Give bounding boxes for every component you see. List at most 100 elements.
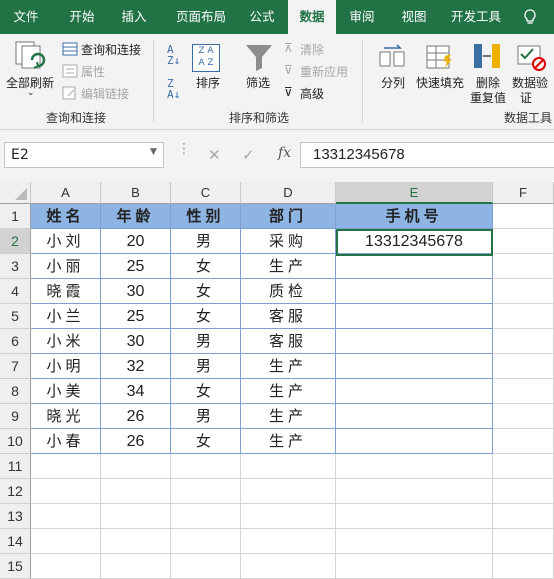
table-cell[interactable]: 女 (171, 254, 241, 279)
row-header-4[interactable]: 4 (0, 279, 31, 304)
table-cell[interactable]: 25 (101, 304, 171, 329)
table-cell[interactable]: 客服 (241, 329, 336, 354)
table-cell[interactable]: 生产 (241, 354, 336, 379)
table-cell[interactable]: 13312345678 (336, 229, 493, 254)
empty-cell[interactable] (101, 554, 171, 579)
empty-cell[interactable] (336, 504, 493, 529)
table-cell[interactable]: 女 (171, 304, 241, 329)
empty-cell[interactable] (241, 529, 336, 554)
empty-cell[interactable] (101, 529, 171, 554)
row-header-11[interactable]: 11 (0, 454, 31, 479)
table-cell[interactable]: 小春 (31, 429, 101, 454)
table-cell[interactable]: 26 (101, 404, 171, 429)
table-cell[interactable] (336, 304, 493, 329)
header-cell[interactable]: 部门 (241, 204, 336, 229)
row-header-14[interactable]: 14 (0, 529, 31, 554)
column-header-a[interactable]: A (31, 182, 101, 204)
row-header-10[interactable]: 10 (0, 429, 31, 454)
table-cell[interactable] (336, 254, 493, 279)
empty-cell[interactable] (31, 504, 101, 529)
row-header-5[interactable]: 5 (0, 304, 31, 329)
table-cell[interactable]: 小米 (31, 329, 101, 354)
empty-cell[interactable] (171, 454, 241, 479)
empty-cell[interactable] (336, 479, 493, 504)
empty-cell[interactable] (493, 254, 554, 279)
spreadsheet-grid[interactable]: ABCDEF 1 2 3 4 5 6 7 8 9 10 11 12 13 14 15 姓名 年龄 性别 部门 手机号… (0, 182, 554, 579)
tab-developer[interactable]: 开发工具 (444, 0, 508, 34)
empty-cell[interactable] (241, 479, 336, 504)
empty-cell[interactable] (31, 454, 101, 479)
tab-page-layout[interactable]: 页面布局 (164, 0, 238, 34)
table-cell[interactable]: 32 (101, 354, 171, 379)
table-cell[interactable]: 小丽 (31, 254, 101, 279)
empty-cell[interactable] (171, 554, 241, 579)
table-cell[interactable]: 小明 (31, 354, 101, 379)
name-box-dropdown-icon[interactable]: ▼ (150, 147, 157, 157)
empty-cell[interactable] (336, 454, 493, 479)
empty-cell[interactable] (493, 329, 554, 354)
table-cell[interactable]: 34 (101, 379, 171, 404)
table-cell[interactable]: 小兰 (31, 304, 101, 329)
tab-view[interactable]: 视图 (392, 0, 436, 34)
empty-cell[interactable] (493, 279, 554, 304)
insert-function-icon[interactable]: fx (278, 145, 291, 161)
table-cell[interactable]: 30 (101, 279, 171, 304)
table-cell[interactable]: 客服 (241, 304, 336, 329)
empty-cell[interactable] (336, 554, 493, 579)
empty-cell[interactable] (171, 479, 241, 504)
row-header-13[interactable]: 13 (0, 504, 31, 529)
table-cell[interactable] (336, 329, 493, 354)
table-cell[interactable]: 生产 (241, 254, 336, 279)
table-cell[interactable]: 女 (171, 379, 241, 404)
header-cell[interactable]: 手机号 (336, 204, 493, 229)
table-cell[interactable]: 女 (171, 279, 241, 304)
empty-cell[interactable] (493, 479, 554, 504)
lightbulb-icon[interactable] (522, 9, 538, 25)
empty-cell[interactable] (493, 379, 554, 404)
tab-review[interactable]: 审阅 (340, 0, 384, 34)
table-cell[interactable]: 小美 (31, 379, 101, 404)
column-header-c[interactable]: C (171, 182, 241, 204)
empty-cell[interactable] (31, 554, 101, 579)
tab-formulas[interactable]: 公式 (240, 0, 284, 34)
empty-cell[interactable] (31, 479, 101, 504)
cancel-icon[interactable]: ✕ (208, 146, 221, 164)
empty-cell[interactable] (101, 479, 171, 504)
row-header-9[interactable]: 9 (0, 404, 31, 429)
column-header-f[interactable]: F (493, 182, 554, 204)
table-cell[interactable]: 26 (101, 429, 171, 454)
table-cell[interactable]: 小刘 (31, 229, 101, 254)
enter-icon[interactable]: ✓ (242, 146, 255, 164)
empty-cell[interactable] (171, 529, 241, 554)
table-cell[interactable]: 男 (171, 404, 241, 429)
row-header-2[interactable]: 2 (0, 229, 31, 254)
empty-cell[interactable] (241, 454, 336, 479)
empty-cell[interactable] (336, 529, 493, 554)
table-cell[interactable]: 男 (171, 329, 241, 354)
table-cell[interactable]: 30 (101, 329, 171, 354)
table-cell[interactable]: 生产 (241, 429, 336, 454)
row-header-8[interactable]: 8 (0, 379, 31, 404)
table-cell[interactable]: 质检 (241, 279, 336, 304)
name-box[interactable]: E2 (4, 142, 164, 168)
row-header-1[interactable]: 1 (0, 204, 31, 229)
table-cell[interactable]: 男 (171, 354, 241, 379)
empty-cell[interactable] (101, 504, 171, 529)
empty-cell[interactable] (493, 404, 554, 429)
table-cell[interactable] (336, 354, 493, 379)
row-header-3[interactable]: 3 (0, 254, 31, 279)
empty-cell[interactable] (493, 429, 554, 454)
empty-cell[interactable] (31, 529, 101, 554)
tab-home[interactable]: 开始 (55, 0, 109, 34)
row-header-6[interactable]: 6 (0, 329, 31, 354)
empty-cell[interactable] (171, 504, 241, 529)
empty-cell[interactable] (493, 204, 554, 229)
column-header-b[interactable]: B (101, 182, 171, 204)
column-header-e[interactable]: E (336, 182, 493, 204)
row-header-12[interactable]: 12 (0, 479, 31, 504)
sort-az-icon[interactable]: A Z↓ (167, 44, 180, 66)
table-cell[interactable] (336, 404, 493, 429)
table-cell[interactable] (336, 279, 493, 304)
header-cell[interactable]: 年龄 (101, 204, 171, 229)
empty-cell[interactable] (493, 354, 554, 379)
